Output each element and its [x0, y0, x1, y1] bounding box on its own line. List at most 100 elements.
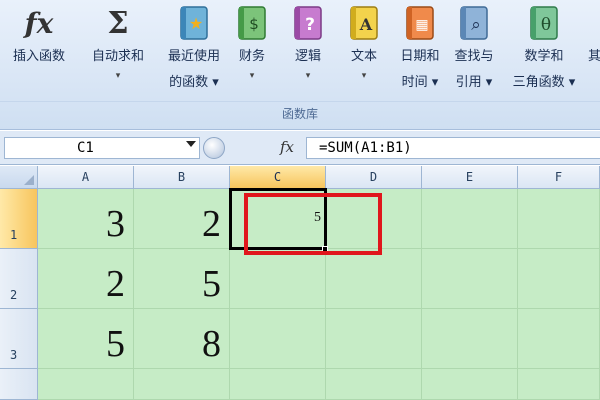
column-header-c[interactable]: C: [230, 166, 326, 189]
logical-button[interactable]: ? 逻辑 ▾: [288, 0, 328, 100]
math-trig-label: 数学和: [524, 49, 564, 64]
financial-dropdown: ▾: [249, 71, 255, 81]
sigma-icon: Σ: [107, 5, 129, 41]
autosum-button[interactable]: Σ 自动求和 ▾: [82, 0, 154, 100]
lookup-reference-sub: 引用 ▾: [455, 75, 493, 90]
svg-text:$: $: [249, 15, 259, 33]
insert-function-fx-icon[interactable]: fx: [280, 138, 294, 156]
cell-a1[interactable]: 3: [38, 189, 134, 249]
more-functions-button[interactable]: 其: [588, 0, 600, 100]
cell-c1-value: 5: [314, 210, 321, 225]
autosum-dropdown: ▾: [115, 71, 121, 81]
cell-d2[interactable]: [326, 249, 422, 309]
cell-c1[interactable]: 5: [230, 189, 326, 249]
row-header-4[interactable]: [0, 369, 38, 400]
cell-f4[interactable]: [518, 369, 600, 400]
recent-book-icon: ★: [176, 4, 212, 42]
row-number-1: 1: [10, 228, 18, 242]
svg-text:A: A: [359, 15, 373, 34]
date-time-sub: 时间 ▾: [401, 75, 439, 90]
cell-d3[interactable]: [326, 309, 422, 369]
date-time-book-icon: ▦: [402, 4, 438, 42]
svg-text:★: ★: [189, 14, 203, 33]
cell-e4[interactable]: [422, 369, 518, 400]
fill-handle[interactable]: [322, 246, 328, 252]
svg-text:▦: ▦: [415, 17, 428, 33]
ribbon: fx 插入函数 Σ 自动求和 ▾ ★ 最近使用 的函数 ▾ $ 财务 ▾ ? 逻…: [0, 0, 600, 130]
row-header-3[interactable]: 3: [0, 309, 38, 369]
cell-f2[interactable]: [518, 249, 600, 309]
formula-bar: C1 fx =SUM(A1:B1): [0, 131, 600, 165]
name-box-dropdown-icon[interactable]: [186, 141, 196, 147]
text-book-icon: A: [346, 4, 382, 42]
name-box[interactable]: C1: [4, 137, 200, 159]
date-time-label: 日期和: [400, 49, 440, 64]
cell-e2[interactable]: [422, 249, 518, 309]
cell-b3-value: 8: [202, 323, 221, 365]
autosum-label: 自动求和: [91, 49, 144, 64]
cell-d4[interactable]: [326, 369, 422, 400]
financial-button[interactable]: $ 财务 ▾: [234, 0, 270, 100]
cell-a1-value: 3: [106, 203, 125, 245]
cell-d1[interactable]: [326, 189, 422, 249]
cell-f1[interactable]: [518, 189, 600, 249]
cell-b2[interactable]: 5: [134, 249, 230, 309]
column-header-a[interactable]: A: [38, 166, 134, 189]
row-number-2: 2: [10, 288, 18, 302]
cell-a3[interactable]: 5: [38, 309, 134, 369]
cell-c2[interactable]: [230, 249, 326, 309]
formula-bar-resize-handle[interactable]: [203, 137, 225, 159]
date-time-button[interactable]: ▦ 日期和 时间 ▾: [394, 0, 446, 100]
cell-c4[interactable]: [230, 369, 326, 400]
financial-book-icon: $: [234, 4, 270, 42]
svg-text:⌕: ⌕: [471, 15, 481, 35]
svg-text:?: ?: [305, 15, 315, 35]
select-all-button[interactable]: [0, 166, 38, 189]
column-header-b[interactable]: B: [134, 166, 230, 189]
column-header-e[interactable]: E: [422, 166, 518, 189]
logical-book-icon: ?: [290, 4, 326, 42]
cell-b1-value: 2: [202, 203, 221, 245]
more-functions-label: 其: [588, 49, 600, 64]
cell-f3[interactable]: [518, 309, 600, 369]
recently-used-button[interactable]: ★ 最近使用 的函数 ▾: [154, 0, 234, 100]
function-library-group-label: 函数库: [0, 101, 600, 125]
text-functions-dropdown: ▾: [361, 71, 367, 81]
lookup-reference-button[interactable]: ⌕ 查找与 引用 ▾: [448, 0, 500, 100]
cell-a4[interactable]: [38, 369, 134, 400]
cell-e1[interactable]: [422, 189, 518, 249]
cell-b2-value: 5: [202, 263, 221, 305]
column-header-d[interactable]: D: [326, 166, 422, 189]
cell-b1[interactable]: 2: [134, 189, 230, 249]
cell-area: 3 2 5 2 5 5 8: [38, 189, 600, 400]
cell-b3[interactable]: 8: [134, 309, 230, 369]
row-header-2[interactable]: 2: [0, 249, 38, 309]
formula-input[interactable]: =SUM(A1:B1): [306, 137, 600, 159]
math-trig-sub: 三角函数 ▾: [512, 75, 576, 90]
spreadsheet-grid: A B C D E F 1 2 3 3 2 5 2 5 5 8: [0, 166, 600, 400]
logical-dropdown: ▾: [305, 71, 311, 81]
recently-used-label: 最近使用: [167, 49, 220, 64]
recently-used-sub: 的函数 ▾: [169, 75, 219, 90]
column-header-f[interactable]: F: [518, 166, 600, 189]
cell-c3[interactable]: [230, 309, 326, 369]
row-number-3: 3: [10, 348, 18, 362]
logical-label: 逻辑: [294, 49, 321, 64]
insert-function-button[interactable]: fx 插入函数: [0, 0, 78, 100]
math-trig-button[interactable]: θ 数学和 三角函数 ▾: [504, 0, 584, 100]
svg-text:θ: θ: [541, 15, 551, 35]
cell-e3[interactable]: [422, 309, 518, 369]
cell-a2-value: 2: [106, 263, 125, 305]
lookup-reference-label: 查找与: [454, 49, 494, 64]
financial-label: 财务: [238, 49, 265, 64]
text-functions-label: 文本: [350, 49, 377, 64]
cell-a3-value: 5: [106, 323, 125, 365]
cell-a2[interactable]: 2: [38, 249, 134, 309]
math-book-icon: θ: [526, 4, 562, 42]
fx-icon: fx: [24, 6, 54, 40]
text-functions-button[interactable]: A 文本 ▾: [344, 0, 384, 100]
lookup-book-icon: ⌕: [456, 4, 492, 42]
row-header-1[interactable]: 1: [0, 189, 38, 249]
cell-b4[interactable]: [134, 369, 230, 400]
insert-function-label: 插入函数: [12, 49, 65, 64]
